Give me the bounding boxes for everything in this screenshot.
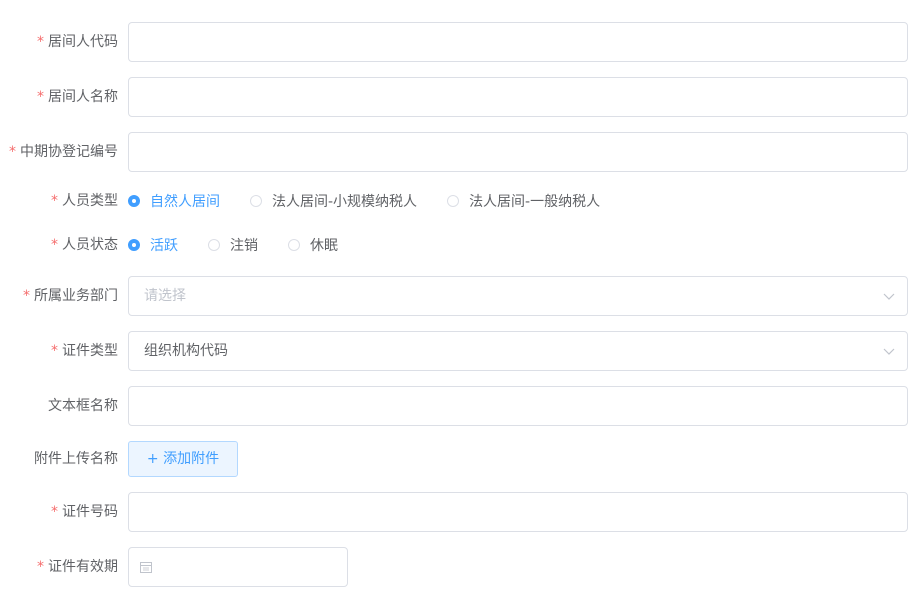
radio-unchecked-icon — [288, 239, 300, 251]
radio-unchecked-icon — [208, 239, 220, 251]
cert-no-input[interactable] — [128, 492, 908, 532]
cert-expiry-label: * 证件有效期 — [37, 559, 118, 575]
cert-type-select[interactable]: 组织机构代码 — [128, 331, 908, 371]
cfa-reg-no-input[interactable] — [128, 132, 908, 172]
radio-status-dormant[interactable]: 休眠 — [288, 235, 338, 255]
agent-code-input[interactable] — [128, 22, 908, 62]
chevron-down-icon — [883, 293, 895, 300]
radio-natural-person[interactable]: 自然人居间 — [128, 191, 220, 211]
person-status-label: * 人员状态 — [51, 237, 118, 253]
cert-expiry-date-picker[interactable] — [128, 547, 348, 587]
radio-unchecked-icon — [447, 195, 460, 207]
cfa-reg-no-label: * 中期协登记编号 — [9, 144, 118, 160]
department-select[interactable]: 请选择 — [128, 276, 908, 316]
add-attachment-button[interactable]: + 添加附件 — [128, 441, 238, 477]
department-label: * 所属业务部门 — [23, 288, 118, 304]
radio-legal-general-taxpayer[interactable]: 法人居间-一般纳税人 — [447, 191, 600, 211]
required-star: * — [51, 343, 58, 359]
person-type-label: * 人员类型 — [51, 193, 118, 209]
required-star: * — [37, 559, 44, 575]
textbox-name-label: 文本框名称 — [48, 398, 118, 414]
radio-status-cancelled[interactable]: 注销 — [208, 235, 258, 255]
calendar-icon — [140, 562, 152, 573]
person-status-radio-group: 活跃 注销 休眠 — [128, 225, 368, 265]
radio-unchecked-icon — [250, 195, 262, 207]
required-star: * — [51, 504, 58, 520]
radio-checked-icon — [128, 239, 140, 251]
required-star: * — [37, 34, 44, 50]
textbox-name-input[interactable] — [128, 386, 908, 426]
agent-name-label: * 居间人名称 — [37, 89, 118, 105]
required-star: * — [51, 237, 58, 253]
agent-code-label: * 居间人代码 — [37, 34, 118, 50]
radio-status-active[interactable]: 活跃 — [128, 235, 178, 255]
cert-no-label: * 证件号码 — [51, 504, 118, 520]
required-star: * — [51, 193, 58, 209]
cert-type-label: * 证件类型 — [51, 343, 118, 359]
radio-legal-small-taxpayer[interactable]: 法人居间-小规模纳税人 — [250, 191, 417, 211]
agent-name-input[interactable] — [128, 77, 908, 117]
required-star: * — [37, 89, 44, 105]
required-star: * — [9, 144, 16, 160]
person-type-radio-group: 自然人居间 法人居间-小规模纳税人 法人居间-一般纳税人 — [128, 181, 630, 221]
attachment-label: 附件上传名称 — [34, 451, 118, 467]
radio-checked-icon — [128, 195, 140, 207]
required-star: * — [23, 288, 30, 304]
chevron-down-icon — [883, 348, 895, 355]
